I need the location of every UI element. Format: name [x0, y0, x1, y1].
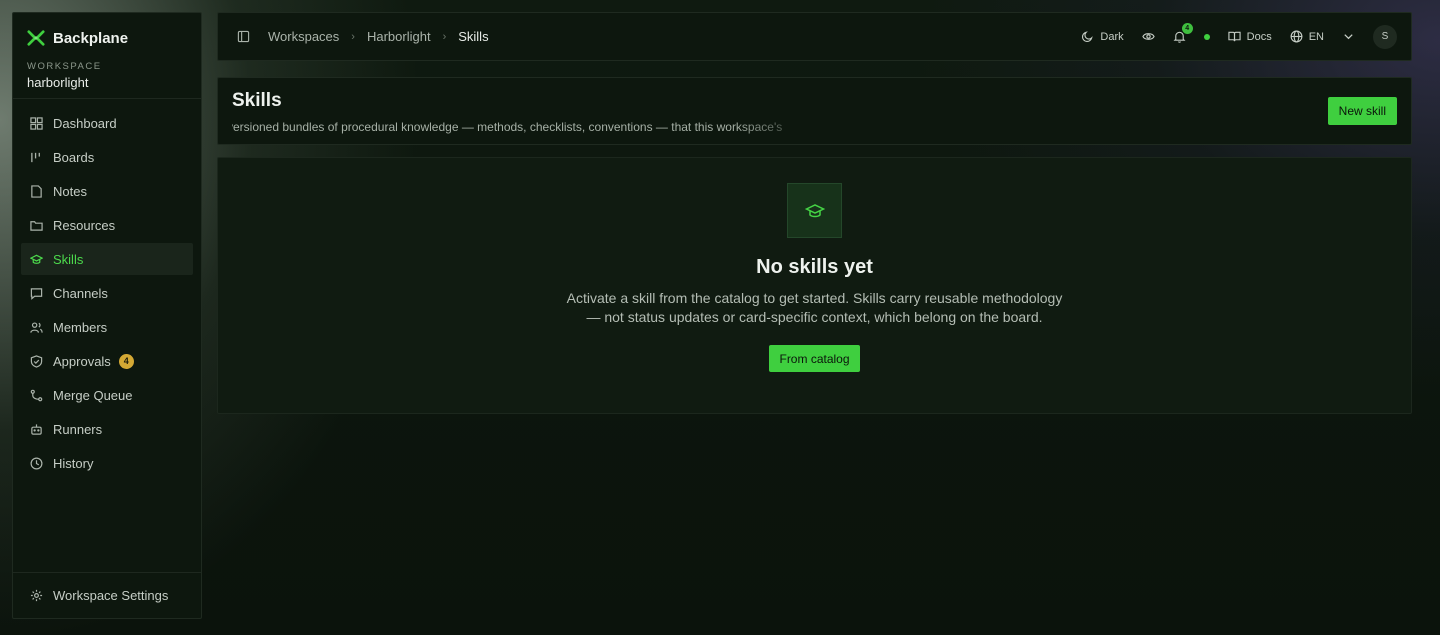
sidebar-toggle-icon[interactable]	[236, 30, 250, 44]
chat-icon	[29, 286, 43, 300]
online-status-dot	[1203, 33, 1210, 40]
page-header: Skills versioned bundles of procedural k…	[217, 77, 1412, 145]
users-icon	[29, 320, 43, 334]
sidebar-item-members[interactable]: Members	[21, 311, 193, 343]
merge-icon	[29, 388, 43, 402]
breadcrumb-harborlight[interactable]: Harborlight	[367, 29, 431, 44]
topbar-actions: Dark 4 Docs EN S	[1081, 23, 1397, 49]
from-catalog-button[interactable]: From catalog	[769, 345, 860, 372]
language-label: EN	[1308, 30, 1324, 43]
preview-button[interactable]	[1141, 30, 1155, 43]
folder-icon	[29, 218, 43, 232]
notifications-button[interactable]: 4	[1173, 23, 1193, 43]
breadcrumb: Workspaces › Harborlight › Skills	[236, 29, 1081, 44]
language-selector[interactable]: EN	[1290, 30, 1324, 43]
sidebar-item-channels[interactable]: Channels	[21, 277, 193, 309]
sidebar-item-label: Members	[53, 319, 108, 335]
new-skill-button[interactable]: New skill	[1327, 97, 1397, 125]
sidebar-item-approvals[interactable]: Approvals 4	[21, 345, 193, 377]
empty-state-title: No skills yet	[756, 256, 873, 278]
bot-icon	[29, 422, 43, 436]
theme-label: Dark	[1100, 30, 1124, 43]
sidebar-item-resources[interactable]: Resources	[21, 209, 193, 241]
clock-icon	[29, 456, 43, 470]
book-icon	[1228, 31, 1241, 42]
dashboard-icon	[29, 116, 43, 130]
eye-icon	[1141, 33, 1155, 40]
sidebar-item-label: Skills	[53, 251, 84, 267]
sidebar-item-label: Dashboard	[53, 115, 117, 131]
sidebar: Backplane WORKSPACE harborlight Dashboar…	[12, 12, 202, 619]
top-bar: Workspaces › Harborlight › Skills Dark 4…	[217, 12, 1412, 61]
sidebar-item-merge-queue[interactable]: Merge Queue	[21, 379, 193, 411]
sidebar-nav: Dashboard Boards Notes Resources Skills	[13, 99, 201, 572]
workspace-name[interactable]: harborlight	[13, 72, 201, 99]
sidebar-item-skills[interactable]: Skills	[21, 243, 193, 275]
sidebar-item-label: Channels	[53, 285, 108, 301]
sidebar-item-notes[interactable]: Notes	[21, 175, 193, 207]
moon-icon	[1082, 31, 1094, 43]
graduation-cap-icon	[787, 183, 842, 238]
globe-icon	[1290, 30, 1303, 43]
sidebar-item-label: Notes	[53, 183, 87, 199]
sidebar-item-label: History	[53, 455, 94, 471]
workspace-settings-button[interactable]: Workspace Settings	[13, 572, 201, 618]
graduation-cap-icon	[29, 252, 43, 266]
avatar[interactable]: S	[1373, 24, 1397, 49]
workspace-caption: WORKSPACE	[27, 61, 102, 72]
sidebar-item-boards[interactable]: Boards	[21, 141, 193, 173]
sidebar-item-history[interactable]: History	[21, 447, 193, 479]
workspace-settings-label: Workspace Settings	[53, 588, 169, 603]
empty-state-text: Activate a skill from the catalog to get…	[566, 290, 1063, 325]
sidebar-item-label: Approvals	[53, 353, 111, 369]
notification-count-badge: 4	[1181, 23, 1193, 34]
chevron-down-icon[interactable]	[1342, 30, 1355, 43]
page-title: Skills	[232, 90, 282, 111]
shield-check-icon	[29, 354, 43, 368]
empty-state: No skills yet Activate a skill from the …	[217, 157, 1412, 414]
sidebar-item-label: Runners	[53, 421, 103, 437]
page-description: versioned bundles of procedural knowledg…	[232, 120, 783, 134]
chevron-right-icon: ›	[442, 30, 447, 43]
brand-name: Backplane	[53, 29, 129, 47]
chevron-right-icon: ›	[351, 30, 355, 43]
approvals-count-badge: 4	[118, 353, 134, 369]
docs-label: Docs	[1246, 30, 1272, 43]
brand[interactable]: Backplane	[13, 13, 201, 53]
docs-link[interactable]: Docs	[1228, 30, 1272, 43]
gear-icon	[29, 589, 43, 603]
sidebar-item-label: Boards	[53, 149, 95, 165]
notes-icon	[29, 184, 43, 198]
sidebar-item-label: Merge Queue	[53, 387, 133, 403]
breadcrumb-skills: Skills	[458, 29, 489, 44]
sidebar-item-label: Resources	[53, 217, 116, 233]
sidebar-item-dashboard[interactable]: Dashboard	[21, 107, 193, 139]
sidebar-item-runners[interactable]: Runners	[21, 413, 193, 445]
breadcrumb-workspaces[interactable]: Workspaces	[268, 29, 339, 44]
boards-icon	[29, 150, 43, 164]
backplane-logo-icon	[27, 30, 45, 46]
theme-toggle-button[interactable]: Dark	[1081, 30, 1124, 43]
